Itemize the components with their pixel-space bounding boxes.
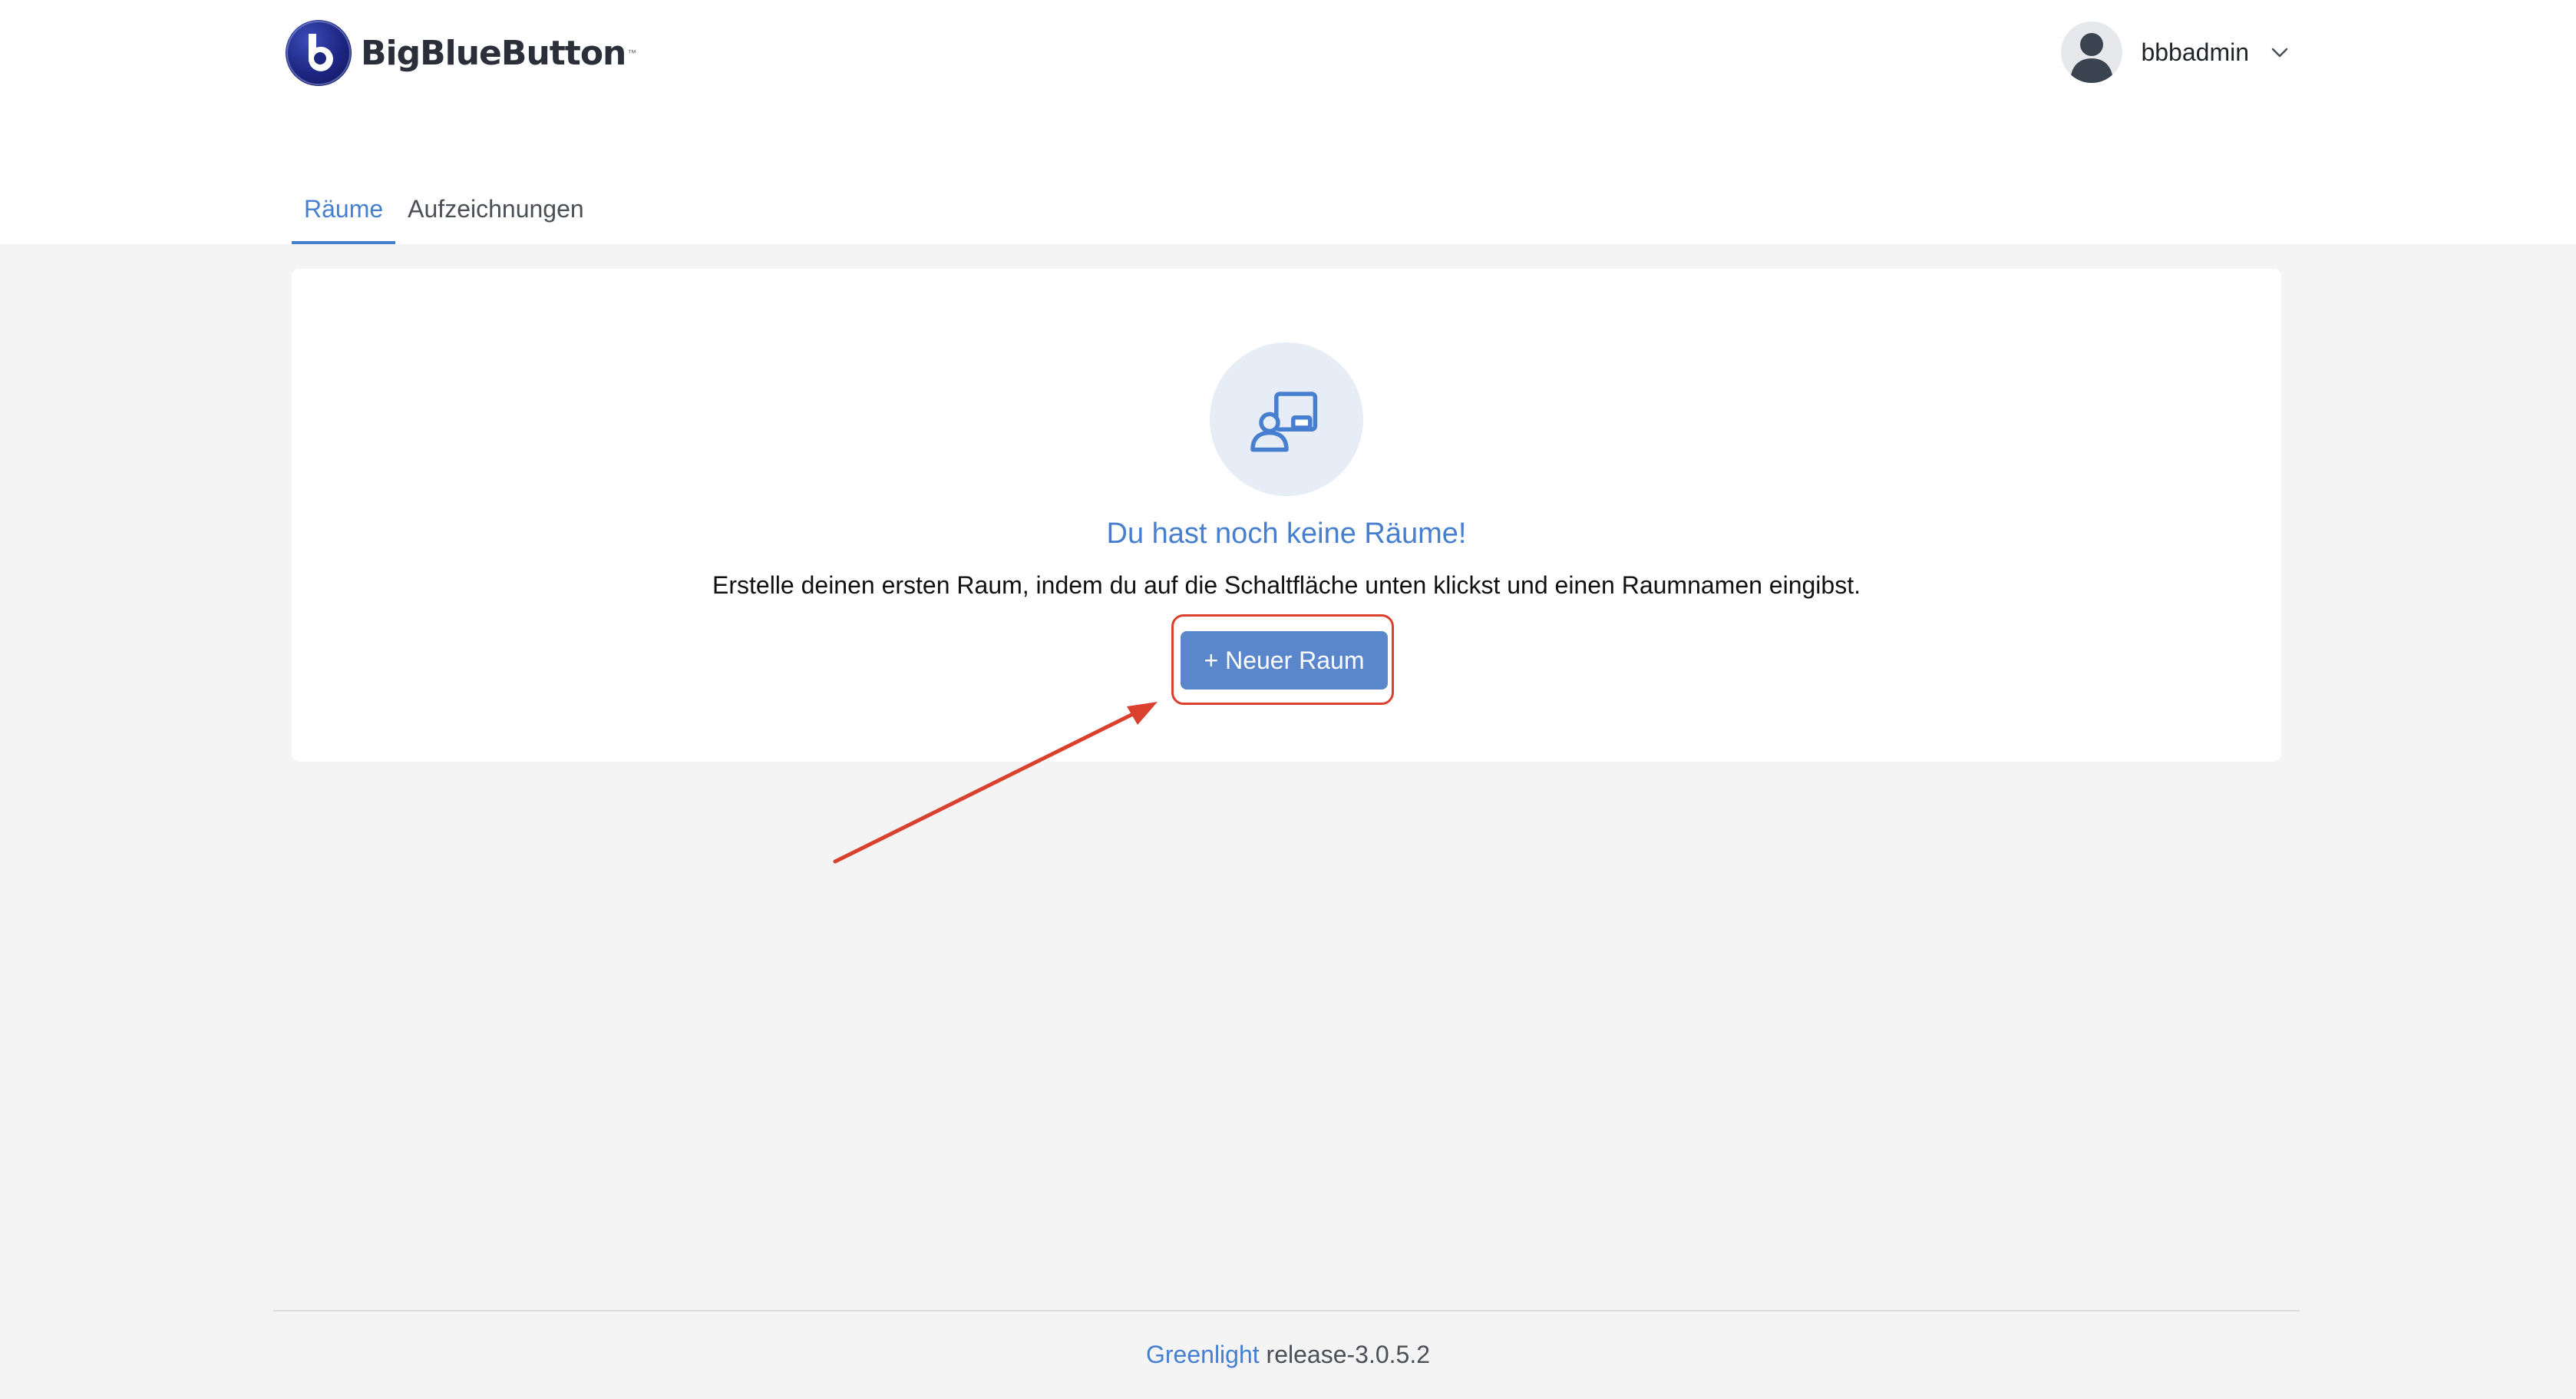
new-room-button[interactable]: + Neuer Raum bbox=[1181, 631, 1388, 690]
logo-text: BigBlueButton bbox=[361, 33, 626, 73]
user-menu[interactable]: bbbadmin bbox=[2061, 21, 2290, 83]
footer-divider bbox=[273, 1310, 2300, 1311]
empty-state-title: Du hast noch keine Räume! bbox=[1106, 518, 1467, 550]
footer-version: release-3.0.5.2 bbox=[1266, 1341, 1430, 1368]
tab-rooms[interactable]: Räume bbox=[292, 184, 396, 244]
main-tabs: Räume Aufzeichnungen bbox=[292, 184, 596, 244]
logo-b-icon bbox=[286, 20, 352, 86]
bigbluebutton-logo[interactable]: BigBlueButton ™ bbox=[286, 18, 636, 88]
logo-trademark: ™ bbox=[627, 48, 637, 58]
footer-brand-link[interactable]: Greenlight bbox=[1146, 1341, 1260, 1368]
chevron-down-icon[interactable] bbox=[2269, 41, 2290, 63]
user-avatar-icon bbox=[2061, 21, 2123, 83]
username[interactable]: bbbadmin bbox=[2141, 38, 2249, 67]
annotation-arrow-icon bbox=[833, 702, 1158, 864]
room-presentation-icon bbox=[1210, 342, 1363, 496]
rooms-empty-card: Du hast noch keine Räume! Erstelle deine… bbox=[292, 269, 2281, 762]
empty-state-description: Erstelle deinen ersten Raum, indem du au… bbox=[712, 571, 1861, 599]
tab-recordings[interactable]: Aufzeichnungen bbox=[395, 184, 596, 233]
footer: Greenlight release-3.0.5.2 bbox=[0, 1341, 2576, 1369]
top-header: BigBlueButton ™ bbbadmin Räume Aufzeichn… bbox=[0, 0, 2576, 244]
